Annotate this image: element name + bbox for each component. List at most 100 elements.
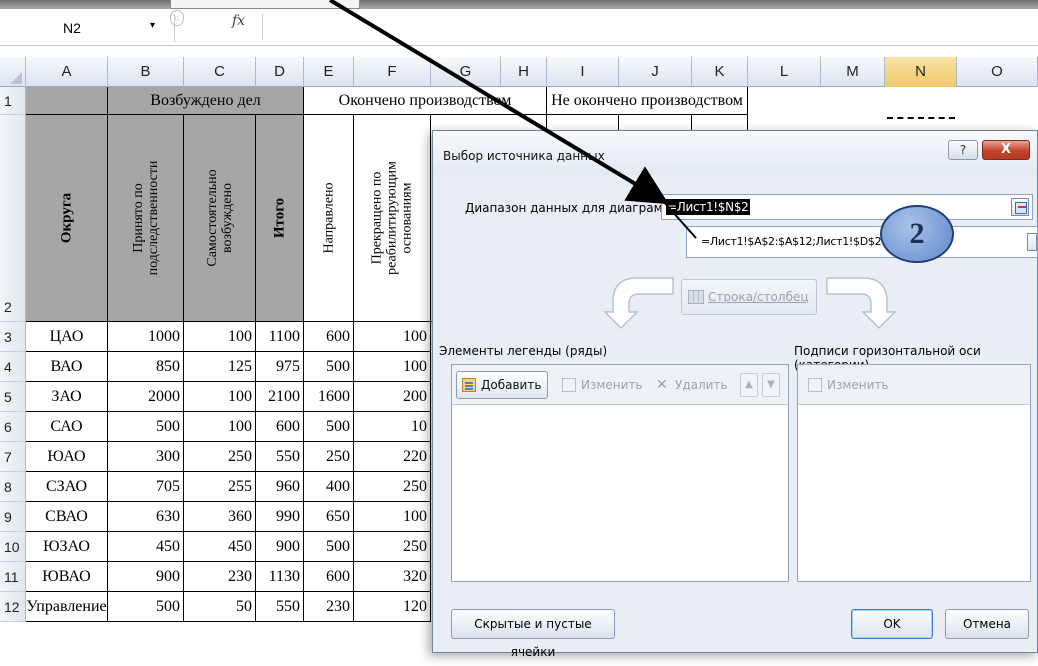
range-value[interactable]: =Лист1!$N$2: [666, 199, 750, 215]
value-cell[interactable]: 500: [304, 532, 354, 562]
row-header-1[interactable]: 1: [0, 87, 26, 115]
group-header-finished[interactable]: Окончено производством: [304, 87, 547, 115]
value-cell[interactable]: 1130: [256, 562, 304, 592]
column-header-k[interactable]: K: [692, 57, 748, 87]
group-header-not-finished[interactable]: Не окончено производством: [547, 87, 748, 115]
value-cell[interactable]: 705: [108, 472, 184, 502]
value-cell[interactable]: 1100: [256, 322, 304, 352]
cancel-button[interactable]: Отмена: [945, 609, 1029, 639]
value-cell[interactable]: 450: [108, 532, 184, 562]
value-cell[interactable]: 650: [304, 502, 354, 532]
value-cell[interactable]: 400: [304, 472, 354, 502]
district-cell[interactable]: Управление: [26, 592, 108, 622]
value-cell[interactable]: 600: [304, 322, 354, 352]
edit-series-button[interactable]: Изменить: [556, 371, 646, 399]
value-cell[interactable]: 10: [354, 412, 431, 442]
move-up-icon[interactable]: ▲: [740, 373, 758, 397]
header-cell-self-initiated[interactable]: Самостоятельно возбуждено: [184, 115, 256, 322]
value-cell[interactable]: 250: [354, 472, 431, 502]
collapse-range-icon[interactable]: [1011, 198, 1029, 216]
value-cell[interactable]: 600: [304, 562, 354, 592]
value-cell[interactable]: 250: [304, 442, 354, 472]
value-cell[interactable]: 500: [108, 412, 184, 442]
chart-data-range-input[interactable]: =Лист1!$N$2: [661, 194, 1033, 220]
value-cell[interactable]: 250: [184, 442, 256, 472]
column-header-g[interactable]: G: [431, 57, 501, 87]
row-header-7[interactable]: 7: [0, 442, 26, 472]
column-header-b[interactable]: B: [108, 57, 184, 87]
value-cell[interactable]: 100: [184, 382, 256, 412]
group-header-excited[interactable]: Возбуждено дел: [108, 87, 304, 115]
column-header-f[interactable]: F: [354, 57, 431, 87]
value-cell[interactable]: 120: [354, 592, 431, 622]
value-cell[interactable]: 255: [184, 472, 256, 502]
value-cell[interactable]: 500: [304, 412, 354, 442]
column-header-h[interactable]: H: [501, 57, 547, 87]
district-cell[interactable]: ВАО: [26, 352, 108, 382]
value-cell[interactable]: 100: [354, 322, 431, 352]
add-series-button[interactable]: Добавить: [456, 371, 548, 399]
column-header-i[interactable]: I: [547, 57, 619, 87]
value-cell[interactable]: 100: [354, 352, 431, 382]
district-cell[interactable]: САО: [26, 412, 108, 442]
column-header-d[interactable]: D: [256, 57, 304, 87]
value-cell[interactable]: 900: [256, 532, 304, 562]
name-box[interactable]: N2 ▾: [0, 14, 175, 42]
value-cell[interactable]: 1600: [304, 382, 354, 412]
district-cell[interactable]: ЮВАО: [26, 562, 108, 592]
value-cell[interactable]: 230: [184, 562, 256, 592]
value-cell[interactable]: 550: [256, 592, 304, 622]
close-button[interactable]: X: [982, 140, 1030, 160]
value-cell[interactable]: 2100: [256, 382, 304, 412]
dialog-titlebar[interactable]: Выбор источника данных ? X: [433, 131, 1037, 175]
header-cell-directed[interactable]: Направлено: [304, 115, 354, 322]
edit-axis-labels-button[interactable]: Изменить: [802, 371, 894, 399]
value-cell[interactable]: 360: [184, 502, 256, 532]
value-cell[interactable]: 1000: [108, 322, 184, 352]
insert-function-icon[interactable]: fx: [232, 13, 245, 29]
value-cell[interactable]: 100: [184, 322, 256, 352]
move-down-icon[interactable]: ▼: [762, 373, 780, 397]
value-cell[interactable]: 2000: [108, 382, 184, 412]
column-header-l[interactable]: L: [748, 57, 821, 87]
row-header-3[interactable]: 3: [0, 322, 26, 352]
value-cell[interactable]: 220: [354, 442, 431, 472]
row-header-6[interactable]: 6: [0, 412, 26, 442]
value-cell[interactable]: 300: [108, 442, 184, 472]
header-cell-district[interactable]: Округа: [26, 115, 108, 322]
row-header-12[interactable]: 12: [0, 592, 26, 622]
ok-button[interactable]: OK: [851, 609, 933, 639]
value-cell[interactable]: 100: [184, 412, 256, 442]
collapse-range-icon[interactable]: [1027, 233, 1037, 251]
value-cell[interactable]: 600: [256, 412, 304, 442]
row-header-5[interactable]: 5: [0, 382, 26, 412]
column-header-a[interactable]: A: [26, 57, 108, 87]
value-cell[interactable]: 500: [304, 352, 354, 382]
value-cell[interactable]: 900: [108, 562, 184, 592]
district-cell[interactable]: ЦАО: [26, 322, 108, 352]
delete-series-button[interactable]: ✕ Удалить: [650, 371, 732, 399]
value-cell[interactable]: 500: [108, 592, 184, 622]
column-header-j[interactable]: J: [619, 57, 692, 87]
header-cell-total[interactable]: Итого: [256, 115, 304, 322]
district-cell[interactable]: СВАО: [26, 502, 108, 532]
column-header-n[interactable]: N: [885, 57, 957, 87]
hidden-empty-cells-button[interactable]: Скрытые и пустые ячейки: [451, 609, 615, 659]
help-button[interactable]: ?: [948, 140, 978, 160]
switch-row-column-button[interactable]: Строка/столбец: [681, 279, 817, 315]
name-box-value[interactable]: N2: [63, 20, 81, 36]
value-cell[interactable]: 960: [256, 472, 304, 502]
value-cell[interactable]: 990: [256, 502, 304, 532]
row-header-11[interactable]: 11: [0, 562, 26, 592]
value-cell[interactable]: 100: [354, 502, 431, 532]
district-cell[interactable]: ЮАО: [26, 442, 108, 472]
row-header-4[interactable]: 4: [0, 352, 26, 382]
select-all-corner[interactable]: [0, 57, 26, 87]
column-header-m[interactable]: M: [821, 57, 885, 87]
row-header-8[interactable]: 8: [0, 472, 26, 502]
value-cell[interactable]: 630: [108, 502, 184, 532]
value-cell[interactable]: 975: [256, 352, 304, 382]
column-header-o[interactable]: O: [957, 57, 1038, 87]
value-cell[interactable]: 850: [108, 352, 184, 382]
column-header-e[interactable]: E: [304, 57, 354, 87]
